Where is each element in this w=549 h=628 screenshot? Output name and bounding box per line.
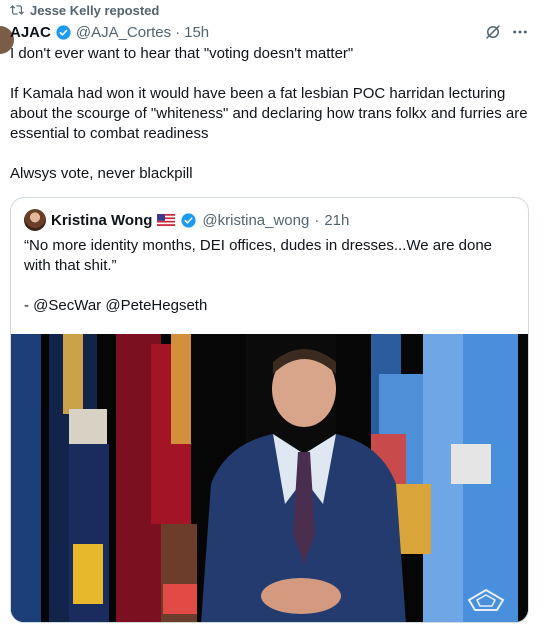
quote-timestamp[interactable]: 21h (324, 212, 349, 229)
quote-author-name[interactable]: Kristina Wong (51, 212, 152, 229)
author-name[interactable]: AJAC (10, 24, 51, 41)
repost-text: Jesse Kelly reposted (30, 2, 160, 18)
repost-indicator[interactable]: Jesse Kelly reposted (10, 2, 159, 18)
post-text: I don't ever want to hear that "voting d… (10, 44, 530, 184)
post-timestamp[interactable]: 15h (184, 24, 209, 41)
post-paragraph: Alwsys vote, never blackpill (10, 165, 193, 182)
grok-icon[interactable] (483, 22, 503, 42)
separator-dot: · (175, 23, 181, 41)
us-flag-emoji (157, 214, 176, 226)
quote-paragraph: “No more identity months, DEI offices, d… (24, 237, 493, 274)
separator-dot: · (314, 211, 320, 229)
speaker-photo (11, 334, 528, 622)
quote-handle[interactable]: @kristina_wong (202, 212, 309, 229)
post-paragraph: If Kamala had won it would have been a f… (10, 85, 532, 142)
quote-text: “No more identity months, DEI offices, d… (24, 236, 519, 336)
quote-avatar[interactable] (24, 209, 46, 231)
quote-header: Kristina Wong @kristina_wong · 21h (24, 209, 349, 231)
post-header: AJAC @AJA_Cortes · 15h (10, 22, 209, 42)
post-paragraph: I don't ever want to hear that "voting d… (10, 45, 354, 62)
repost-icon (10, 3, 24, 17)
more-icon[interactable] (510, 22, 530, 42)
pentagon-logo-icon (467, 588, 505, 611)
quote-card[interactable]: Kristina Wong @kristina_wong · 21h “No m… (10, 197, 529, 623)
author-handle[interactable]: @AJA_Cortes (76, 24, 171, 41)
quote-verified-badge-icon (180, 212, 197, 229)
quote-media-image[interactable] (11, 334, 528, 622)
quote-paragraph: - @SecWar @PeteHegseth (24, 297, 208, 314)
verified-badge-icon (55, 24, 72, 41)
